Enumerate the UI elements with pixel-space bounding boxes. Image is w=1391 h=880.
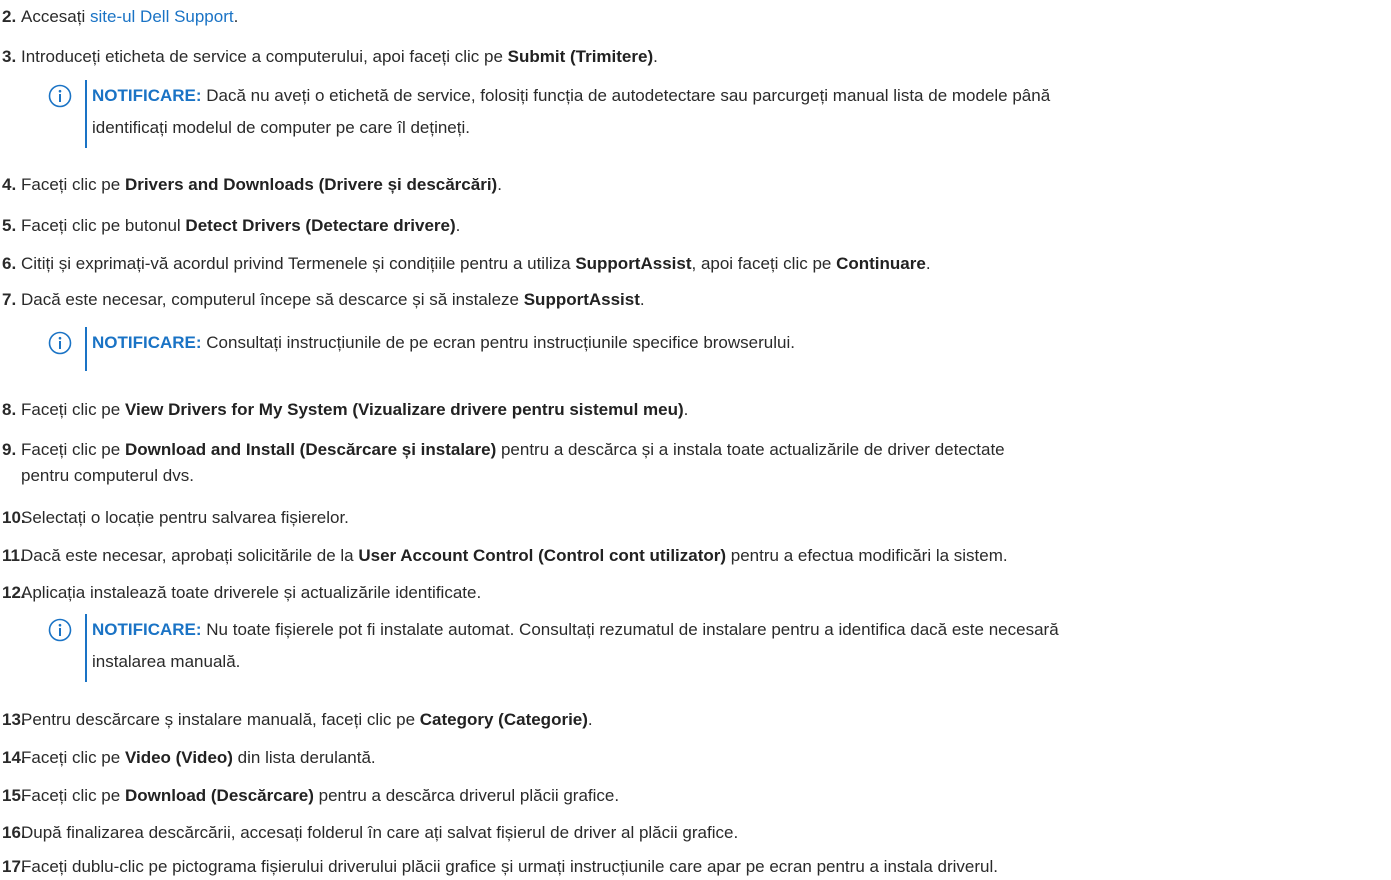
step-number: 3. bbox=[2, 47, 17, 66]
step-number: 2. bbox=[2, 7, 17, 26]
notice-text: NOTIFICARE: Nu toate fișierele pot fi in… bbox=[92, 620, 1059, 671]
notice-bar bbox=[85, 80, 87, 148]
step-number: 8. bbox=[2, 400, 17, 419]
notice-box: NOTIFICARE: Dacă nu aveți o etichetă de … bbox=[48, 80, 1388, 148]
notice-box: NOTIFICARE: Consultați instrucțiunile de… bbox=[48, 327, 1388, 371]
step-text: Faceți clic pe Download and Install (Des… bbox=[21, 440, 1005, 485]
notice-bar bbox=[85, 614, 87, 682]
info-circle-icon bbox=[48, 618, 72, 642]
dell-support-link[interactable]: site-ul Dell Support bbox=[90, 7, 234, 26]
step-text: Selectați o locație pentru salvarea fiși… bbox=[21, 508, 349, 527]
notice-label: NOTIFICARE: bbox=[92, 333, 202, 352]
step-text: Faceți clic pe View Drivers for My Syste… bbox=[21, 400, 689, 419]
step-text: Aplicația instalează toate driverele și … bbox=[21, 583, 482, 602]
step-text: Citiți și exprimați-vă acordul privind T… bbox=[21, 254, 931, 273]
info-circle-icon bbox=[48, 331, 72, 355]
step-number: 4. bbox=[2, 175, 17, 194]
step-number: 5. bbox=[2, 216, 17, 235]
step-number: 9. bbox=[2, 440, 17, 459]
step-number: 6. bbox=[2, 254, 17, 273]
step-text: Pentru descărcare ș instalare manuală, f… bbox=[21, 710, 593, 729]
step-text: Faceți clic pe Download (Descărcare) pen… bbox=[21, 786, 620, 805]
notice-text: NOTIFICARE: Consultați instrucțiunile de… bbox=[92, 333, 795, 352]
step-text: Faceți clic pe Drivers and Downloads (Dr… bbox=[21, 175, 502, 194]
notice-label: NOTIFICARE: bbox=[92, 620, 202, 639]
step-text: Dacă este necesar, computerul începe să … bbox=[21, 290, 645, 309]
step-text: Dacă este necesar, aprobați solicitările… bbox=[21, 546, 1008, 565]
step-text: După finalizarea descărcării, accesați f… bbox=[21, 823, 739, 842]
step-text: Faceți dublu-clic pe pictograma fișierul… bbox=[21, 857, 999, 876]
notice-text: NOTIFICARE: Dacă nu aveți o etichetă de … bbox=[92, 86, 1051, 137]
step-number: 7. bbox=[2, 290, 17, 309]
step-text: Introduceți eticheta de service a comput… bbox=[21, 47, 658, 66]
step-text: Faceți clic pe Video (Video) din lista d… bbox=[21, 748, 376, 767]
info-circle-icon bbox=[48, 84, 72, 108]
notice-bar bbox=[85, 327, 87, 371]
notice-box: NOTIFICARE: Nu toate fișierele pot fi in… bbox=[48, 614, 1388, 682]
notice-label: NOTIFICARE: bbox=[92, 86, 202, 105]
step-text: Faceți clic pe butonul Detect Drivers (D… bbox=[21, 216, 461, 235]
step-text: Accesați site-ul Dell Support. bbox=[21, 7, 239, 26]
